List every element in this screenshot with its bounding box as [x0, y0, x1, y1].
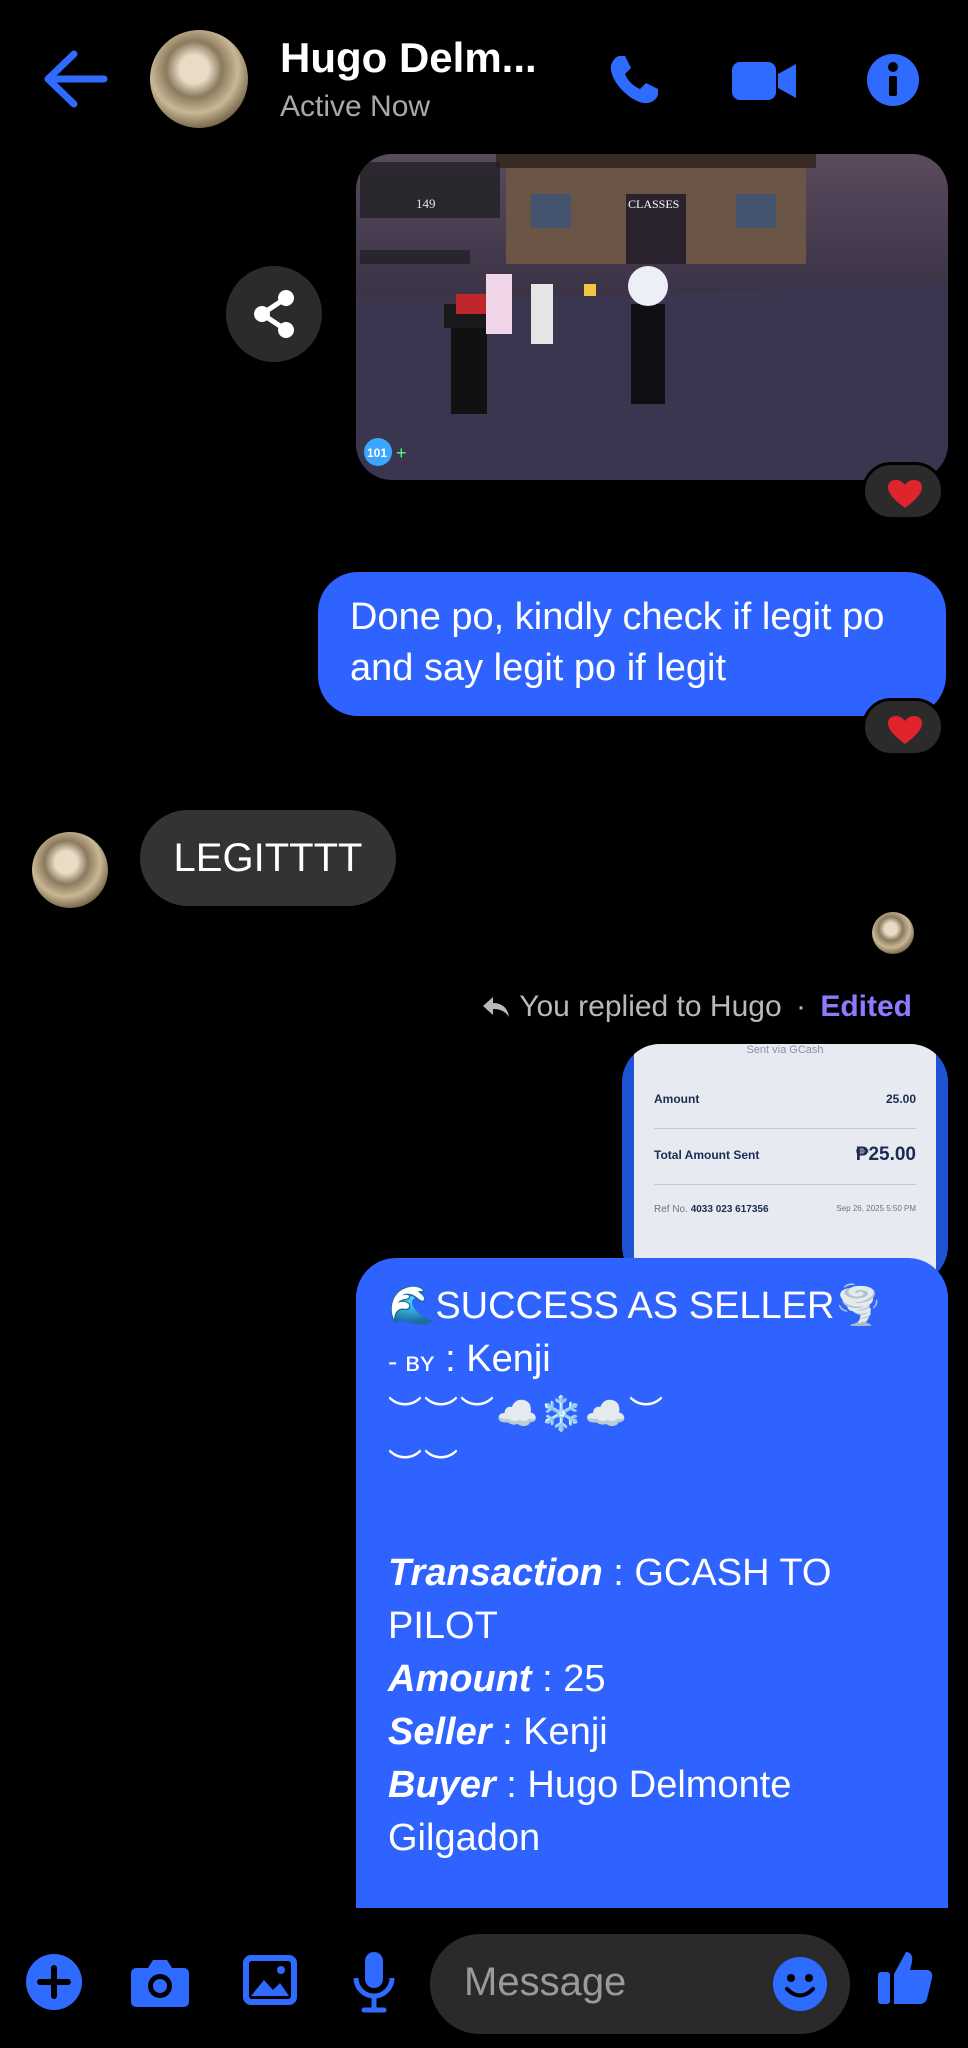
share-button[interactable] — [226, 266, 322, 362]
hud-gem-count: 101 — [367, 446, 387, 460]
transaction-row-continued: PILOT — [388, 1605, 498, 1647]
receipt-date: Sep 26, 2025 5:50 PM — [836, 1204, 916, 1213]
receipt-caption: Sent via GCash — [746, 1044, 824, 1056]
receipt-amount-value: 25.00 — [885, 1092, 916, 1106]
receipt-amount-label: Amount — [654, 1092, 700, 1106]
sender-avatar[interactable] — [32, 832, 108, 908]
camera-icon[interactable] — [130, 1956, 190, 2008]
emoji-icon[interactable] — [772, 1956, 828, 2012]
thumbs-up-icon[interactable] — [876, 1948, 934, 2006]
hud-counter: 149 — [416, 196, 436, 211]
reply-context-text: You replied to Hugo — [519, 990, 782, 1023]
active-status: Active Now — [280, 90, 431, 123]
seller-row: Seller : Kenji — [388, 1711, 608, 1753]
reply-icon — [483, 997, 510, 1017]
contact-avatar[interactable] — [150, 30, 248, 128]
phone-icon[interactable] — [606, 52, 662, 108]
hud-classes-label: CLASSES — [628, 197, 679, 211]
seller-message-bubble[interactable]: 🌊SUCCESS AS SELLER🌪️ - ʙʏ : Kenji ︶︶︶☁️❄… — [356, 1258, 948, 1908]
seen-receipt-avatar — [872, 912, 914, 954]
back-arrow-icon[interactable] — [40, 48, 110, 110]
buyer-row: Buyer : Hugo Delmonte — [388, 1764, 792, 1806]
seller-message-title: 🌊SUCCESS AS SELLER🌪️ — [388, 1285, 882, 1327]
contact-name[interactable]: Hugo Delm... — [280, 34, 537, 82]
heart-reaction[interactable] — [862, 462, 944, 520]
reply-separator: · — [795, 990, 806, 1023]
gcash-receipt: Sent via GCash Amount 25.00 Total Amount… — [634, 1044, 936, 1284]
share-icon — [254, 290, 294, 338]
game-scene: 149 CLASSES 101 + — [356, 154, 948, 480]
decoration-line: ︶︶ — [388, 1448, 460, 1486]
plus-icon[interactable] — [24, 1952, 84, 2012]
video-icon[interactable] — [730, 52, 798, 108]
heart-icon — [888, 716, 922, 744]
buyer-row-continued: Gilgadon — [388, 1817, 541, 1859]
edited-label[interactable]: Edited — [820, 990, 912, 1023]
reply-context: You replied to Hugo · Edited — [481, 990, 912, 1024]
svg-text:+: + — [396, 443, 407, 463]
message-input[interactable]: Message — [430, 1934, 850, 2034]
receipt-total-value: ₱25.00 — [855, 1144, 916, 1165]
incoming-message-text: LEGITTTT — [173, 836, 363, 880]
info-icon[interactable] — [866, 52, 920, 108]
receipt-ref-label: Ref No. — [654, 1204, 688, 1215]
quoted-receipt-image[interactable]: Sent via GCash Amount 25.00 Total Amount… — [622, 1044, 948, 1284]
receipt-ref-value: 4033 023 617356 — [690, 1204, 769, 1215]
image-icon[interactable] — [242, 1954, 298, 2006]
shared-screenshot-image[interactable]: 149 CLASSES 101 + — [356, 154, 948, 480]
receipt-total-label: Total Amount Sent — [654, 1148, 760, 1162]
message-placeholder: Message — [464, 1960, 627, 2004]
outgoing-message-bubble[interactable]: Done po, kindly check if legit po and sa… — [318, 572, 946, 716]
incoming-message-bubble[interactable]: LEGITTTT — [140, 810, 396, 906]
heart-reaction[interactable] — [862, 698, 944, 756]
seller-message-by: - ʙʏ : Kenji — [388, 1338, 551, 1380]
heart-icon — [888, 480, 922, 508]
decoration-line: ︶︶︶☁️❄️☁️︶ — [388, 1395, 666, 1433]
microphone-icon[interactable] — [352, 1950, 396, 2014]
amount-row: Amount : 25 — [388, 1658, 606, 1700]
transaction-row: Transaction : GCASH TO — [388, 1552, 832, 1594]
outgoing-message-text: Done po, kindly check if legit po and sa… — [350, 596, 885, 689]
